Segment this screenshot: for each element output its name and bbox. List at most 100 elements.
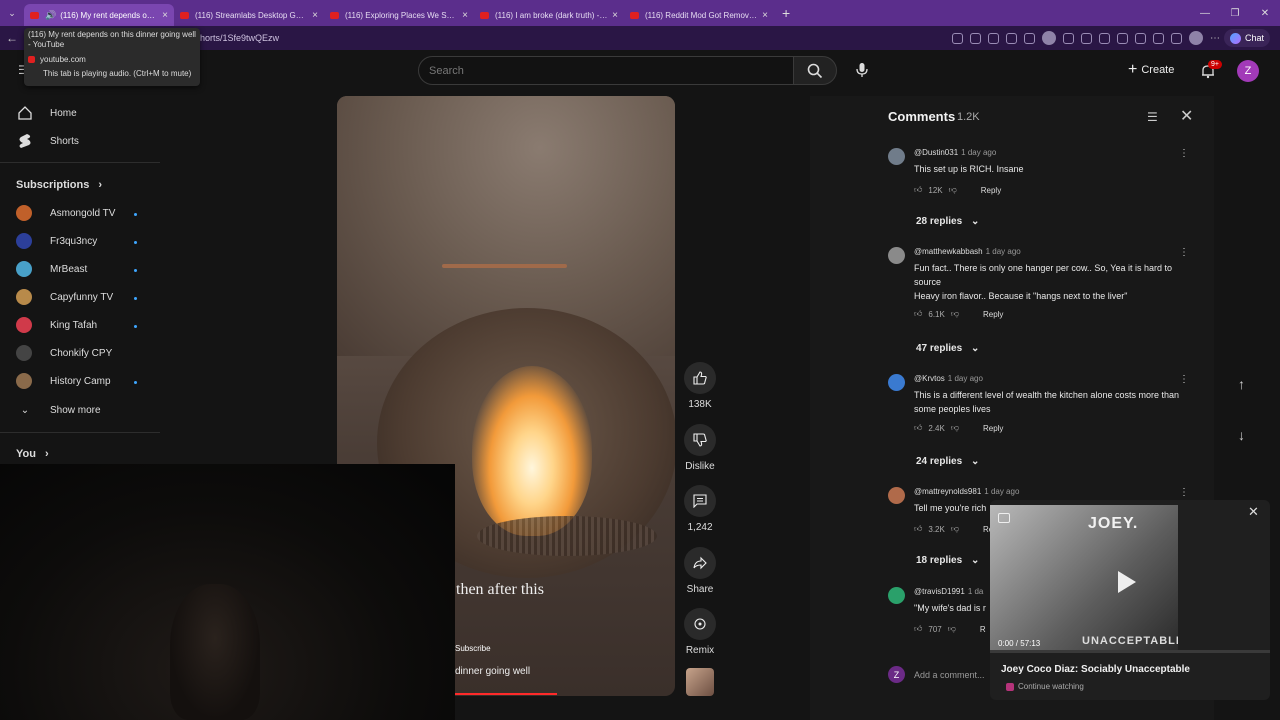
more-icon[interactable]: ⋮ [1179,374,1189,385]
thumbs-down-icon[interactable]: 👎︎ [949,185,957,195]
extension-icon[interactable] [1117,32,1128,44]
replies-toggle[interactable]: 24 replies ⌄ [916,456,979,467]
read-aloud-icon[interactable] [1006,32,1017,44]
maximize-icon[interactable]: ❐ [1220,8,1250,19]
comment-author[interactable]: @matthewkabbash [914,247,983,256]
refresh-icon[interactable] [1135,32,1146,44]
close-icon[interactable]: ✕ [1180,106,1193,126]
close-icon[interactable]: × [462,10,468,21]
thumbs-up-icon[interactable]: 👍︎ [914,524,922,534]
close-icon[interactable]: × [612,10,618,21]
thumbs-down-icon[interactable]: 👎︎ [951,423,959,433]
tab[interactable]: (116) Streamlabs Desktop Guide to × [174,4,324,26]
miniplayer-video[interactable]: JOEY. UNACCEPTABLE 0:00 / 57:13 [990,505,1178,650]
avatar[interactable] [888,487,905,504]
thumbs-down-icon[interactable]: 👎︎ [948,624,956,634]
close-icon[interactable]: ✕ [1248,504,1259,520]
puzzle-icon[interactable] [1171,32,1182,44]
extension-icon[interactable] [1081,32,1092,44]
sidebar-item-subscription[interactable]: Fr3qu3ncy [16,233,97,249]
search-button[interactable] [793,56,837,85]
comments-button[interactable]: 1,242 [683,485,717,533]
arrow-down-icon[interactable]: ↓ [1238,427,1245,443]
add-comment-field[interactable]: Z Add a comment... [888,666,985,683]
like-button[interactable]: 138K [683,362,717,410]
url-text[interactable]: horts/1Sfe9twQEzw [200,33,279,43]
minimize-icon[interactable]: — [1190,8,1220,19]
more-icon[interactable]: ⋮ [1179,148,1189,159]
more-icon[interactable]: ⋮ [1179,247,1189,258]
avatar[interactable] [888,148,905,165]
replies-toggle[interactable]: 47 replies ⌄ [916,343,979,354]
extension-icon[interactable] [952,32,963,44]
expand-icon[interactable] [998,513,1010,523]
thumbs-up-icon[interactable]: 👍︎ [914,185,922,195]
create-button[interactable]: + Create [1128,61,1174,79]
close-icon[interactable]: × [762,10,768,21]
tab[interactable]: (116) I am broke (dark truth) - YouTube … [474,4,624,26]
shield-icon[interactable] [1099,32,1110,44]
thumbs-up-icon[interactable]: 👍︎ [914,423,922,433]
reply-button[interactable]: Reply [981,186,1001,195]
more-icon[interactable]: ⋯ [1210,33,1220,44]
miniplayer[interactable]: JOEY. UNACCEPTABLE 0:00 / 57:13 ✕ Joey C… [990,500,1270,700]
close-icon[interactable]: × [312,10,318,21]
sidebar-item-subscription[interactable]: Chonkify CPY [16,345,112,361]
thumbs-up-icon[interactable]: 👍︎ [914,309,922,319]
collections-icon[interactable] [1153,32,1164,44]
replies-toggle[interactable]: 18 replies ⌄ [916,555,979,566]
subscriptions-heading[interactable]: Subscriptions › [16,179,102,191]
microphone-button[interactable] [853,61,871,79]
sidebar-item-home[interactable]: Home [16,104,77,122]
profile-icon[interactable] [1042,31,1056,45]
tab-active[interactable]: 🔊 (116) My rent depends on this dinner g… [24,4,174,26]
miniplayer-title[interactable]: Joey Coco Diaz: Sociably Unacceptable [1001,664,1190,675]
zoom-icon[interactable] [970,32,981,44]
avatar[interactable] [888,374,905,391]
dislike-button[interactable]: Dislike [683,424,717,472]
comment-author[interactable]: @travisD1991 [914,587,965,596]
comment-author[interactable]: @Krvtos [914,374,945,383]
thumbs-down-icon[interactable]: 👎︎ [951,524,959,534]
account-icon[interactable] [1189,31,1203,45]
reply-button[interactable]: Reply [983,424,1003,433]
speaker-icon[interactable]: 🔊 [45,10,56,21]
miniplayer-progress[interactable] [990,650,1270,653]
search-input[interactable]: Search [418,56,794,85]
show-more-button[interactable]: ⌄ Show more [16,401,101,419]
close-icon[interactable]: × [162,10,168,21]
sidebar-item-shorts[interactable]: Shorts [16,132,79,150]
sound-thumbnail[interactable] [686,668,714,696]
replies-toggle[interactable]: 28 replies ⌄ [916,216,979,227]
adblock-icon[interactable] [1063,32,1074,44]
sidebar-item-subscription[interactable]: King Tafah [16,317,97,333]
thumbs-down-icon[interactable]: 👎︎ [951,309,959,319]
play-icon[interactable] [1118,571,1136,593]
tab[interactable]: (116) Reddit Mod Got Removed after × [624,4,774,26]
subscribe-button[interactable]: Subscribe [455,644,491,653]
video-title[interactable]: dinner going well [455,666,530,677]
share-button[interactable]: Share [683,547,717,595]
new-tab-button[interactable]: + [782,5,790,21]
avatar[interactable] [888,247,905,264]
chat-button[interactable]: Chat [1223,29,1270,47]
sidebar-item-subscription[interactable]: History Camp [16,373,111,389]
sidebar-item-subscription[interactable]: Asmongold TV [16,205,115,221]
close-window-icon[interactable]: ✕ [1250,8,1280,19]
reply-button[interactable]: Reply [983,310,1003,319]
comment-author[interactable]: @mattreynolds981 [914,487,981,496]
sidebar-item-subscription[interactable]: Capyfunny TV [16,289,113,305]
comment-author[interactable]: @Dustin031 [914,148,958,157]
avatar[interactable]: Z [1237,60,1259,82]
more-icon[interactable]: ⋮ [1179,487,1189,498]
sidebar-item-subscription[interactable]: MrBeast [16,261,87,277]
tab-search-icon[interactable]: ⌄ [0,8,24,19]
avatar[interactable] [888,587,905,604]
thumbs-up-icon[interactable]: 👍︎ [914,624,922,634]
tab[interactable]: (116) Exploring Places We Shouldn't × [324,4,474,26]
reply-button[interactable]: R [980,625,986,634]
continue-watching[interactable]: Continue watching [1006,682,1084,691]
back-icon[interactable]: ← [0,31,24,45]
tracking-icon[interactable] [988,32,999,44]
remix-button[interactable]: Remix [683,608,717,656]
